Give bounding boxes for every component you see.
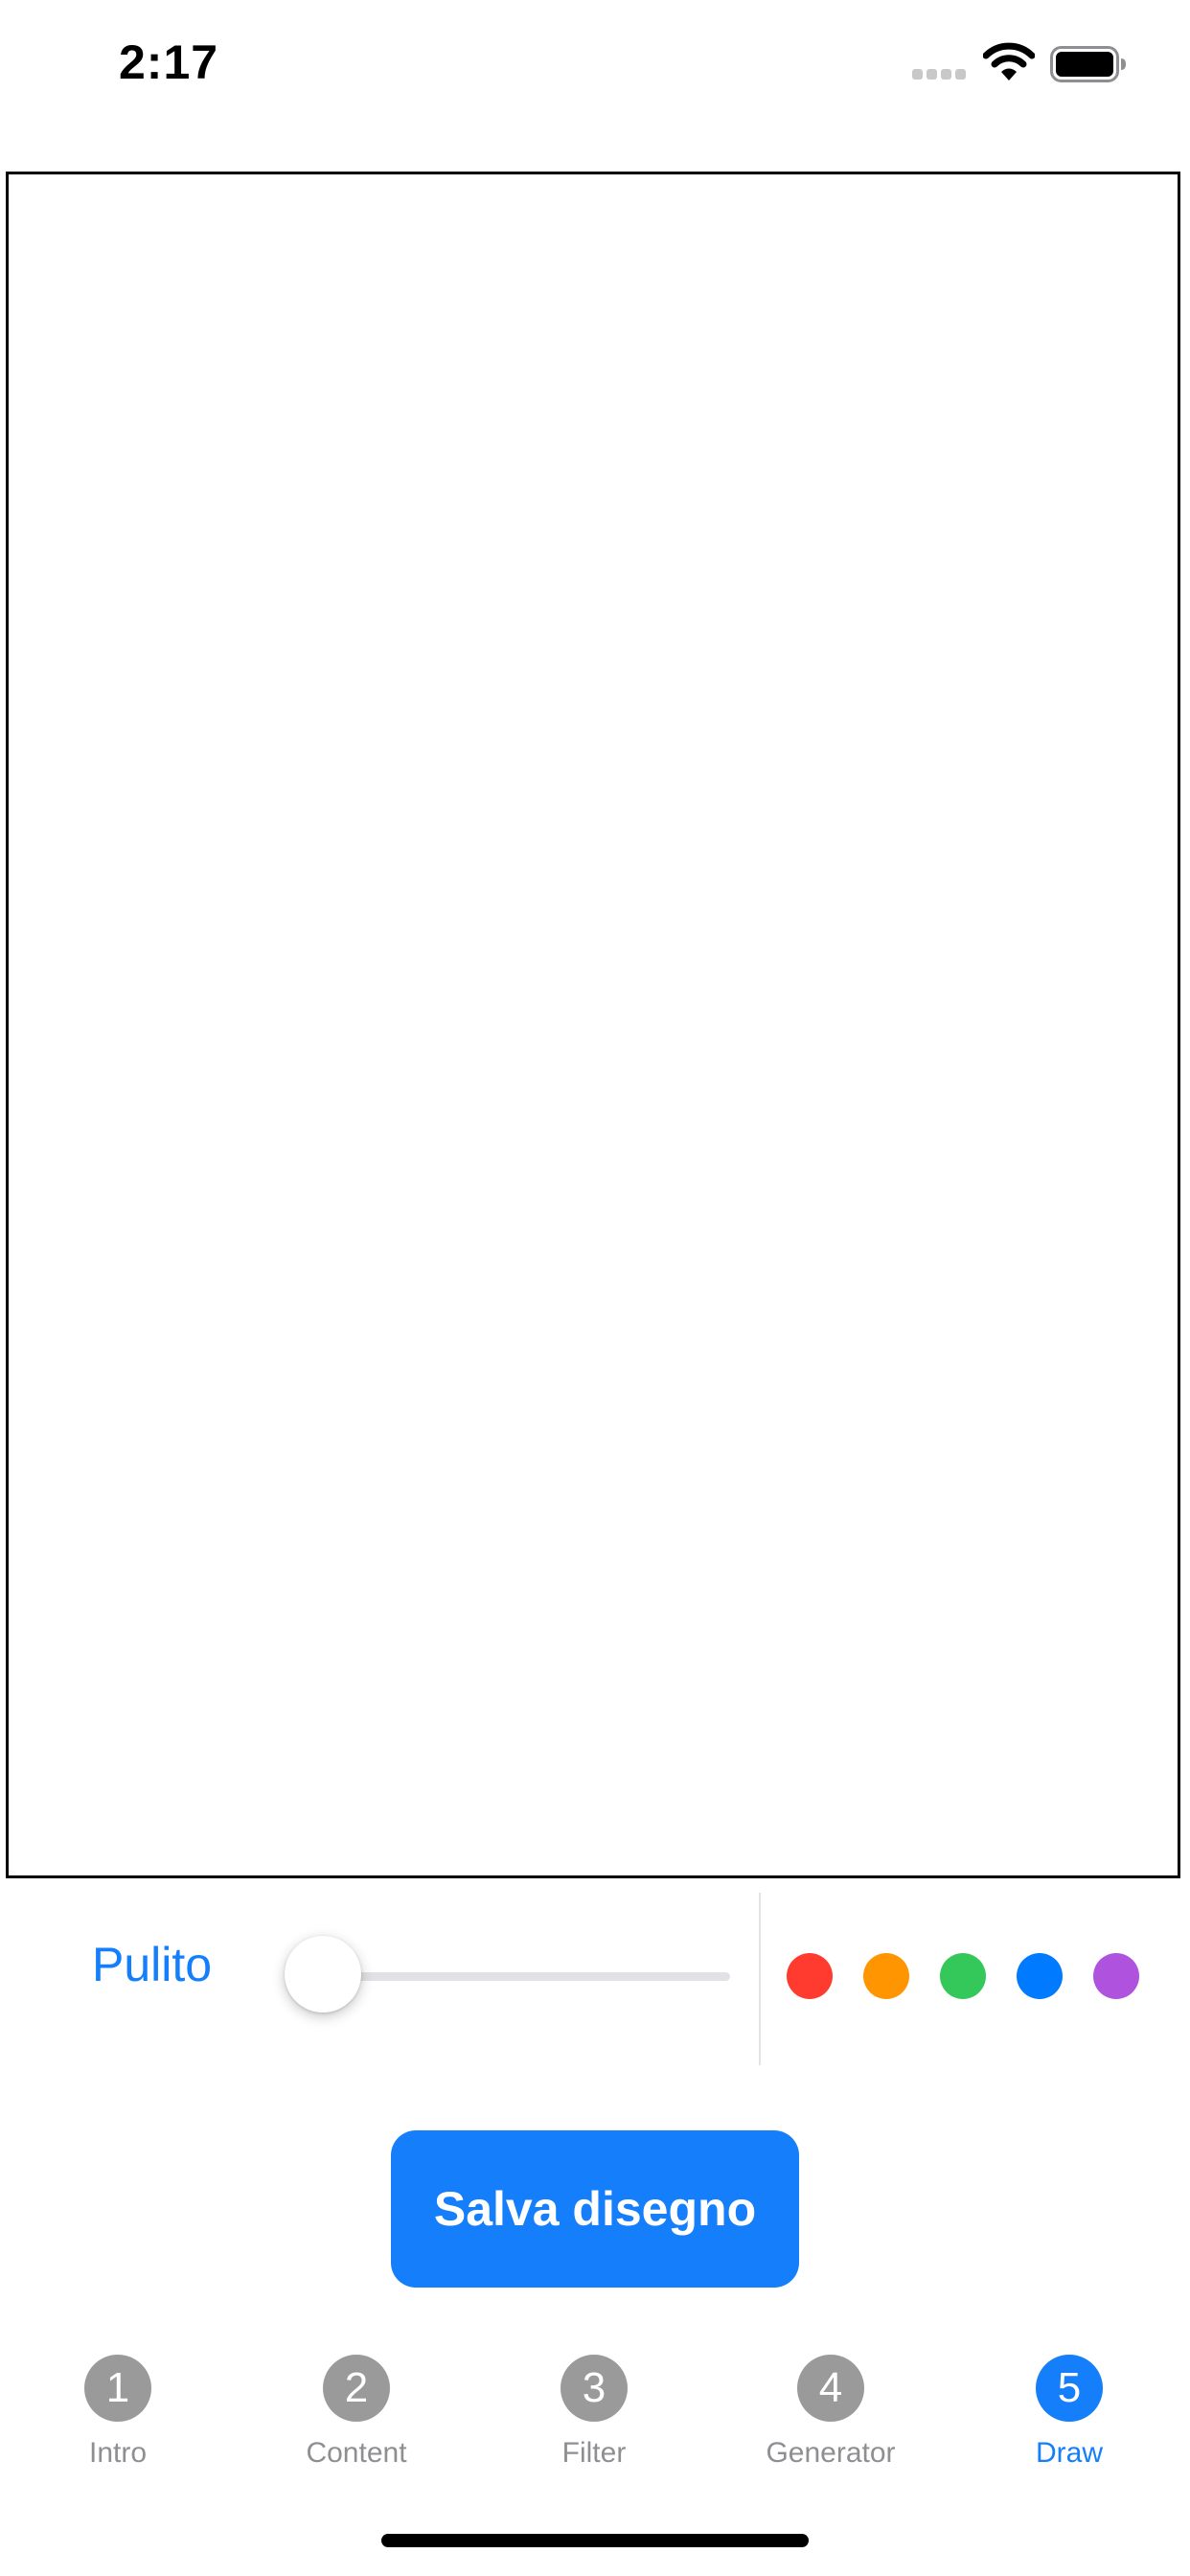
slider-thumb[interactable] (285, 1936, 361, 2012)
tab-number-badge: 3 (561, 2355, 628, 2422)
divider (759, 1893, 761, 2065)
tab-label: Intro (88, 2437, 148, 2469)
color-red-button[interactable] (787, 1953, 833, 1999)
color-blue-button[interactable] (1017, 1953, 1063, 1999)
tab-content[interactable]: 2 Content (251, 2355, 462, 2474)
tab-number-badge: 4 (797, 2355, 864, 2422)
color-green-button[interactable] (940, 1953, 986, 1999)
tab-filter[interactable]: 3 Filter (489, 2355, 699, 2474)
wifi-icon (982, 42, 1036, 82)
tab-number-badge: 1 (84, 2355, 151, 2422)
battery-icon (1050, 46, 1127, 82)
stroke-width-slider[interactable] (285, 1936, 735, 2014)
save-drawing-button[interactable]: Salva disegno (391, 2130, 799, 2288)
tab-label: Content (306, 2437, 407, 2469)
slider-track (323, 1972, 730, 1981)
tab-generator[interactable]: 4 Generator (725, 2355, 936, 2474)
drawing-canvas[interactable] (6, 172, 1180, 1878)
tab-number-badge: 2 (323, 2355, 390, 2422)
tab-label: Filter (561, 2437, 627, 2469)
tab-intro[interactable]: 1 Intro (12, 2355, 223, 2474)
tab-label: Draw (1035, 2437, 1103, 2469)
tab-label: Generator (766, 2437, 896, 2469)
tab-number-badge: 5 (1036, 2355, 1103, 2422)
signal-bars-icon (912, 69, 968, 80)
status-time: 2:17 (119, 35, 219, 89)
home-indicator (381, 2534, 809, 2547)
tab-draw[interactable]: 5 Draw (964, 2355, 1175, 2474)
clear-button[interactable]: Pulito (92, 1941, 212, 1989)
color-orange-button[interactable] (863, 1953, 909, 1999)
color-purple-button[interactable] (1093, 1953, 1139, 1999)
